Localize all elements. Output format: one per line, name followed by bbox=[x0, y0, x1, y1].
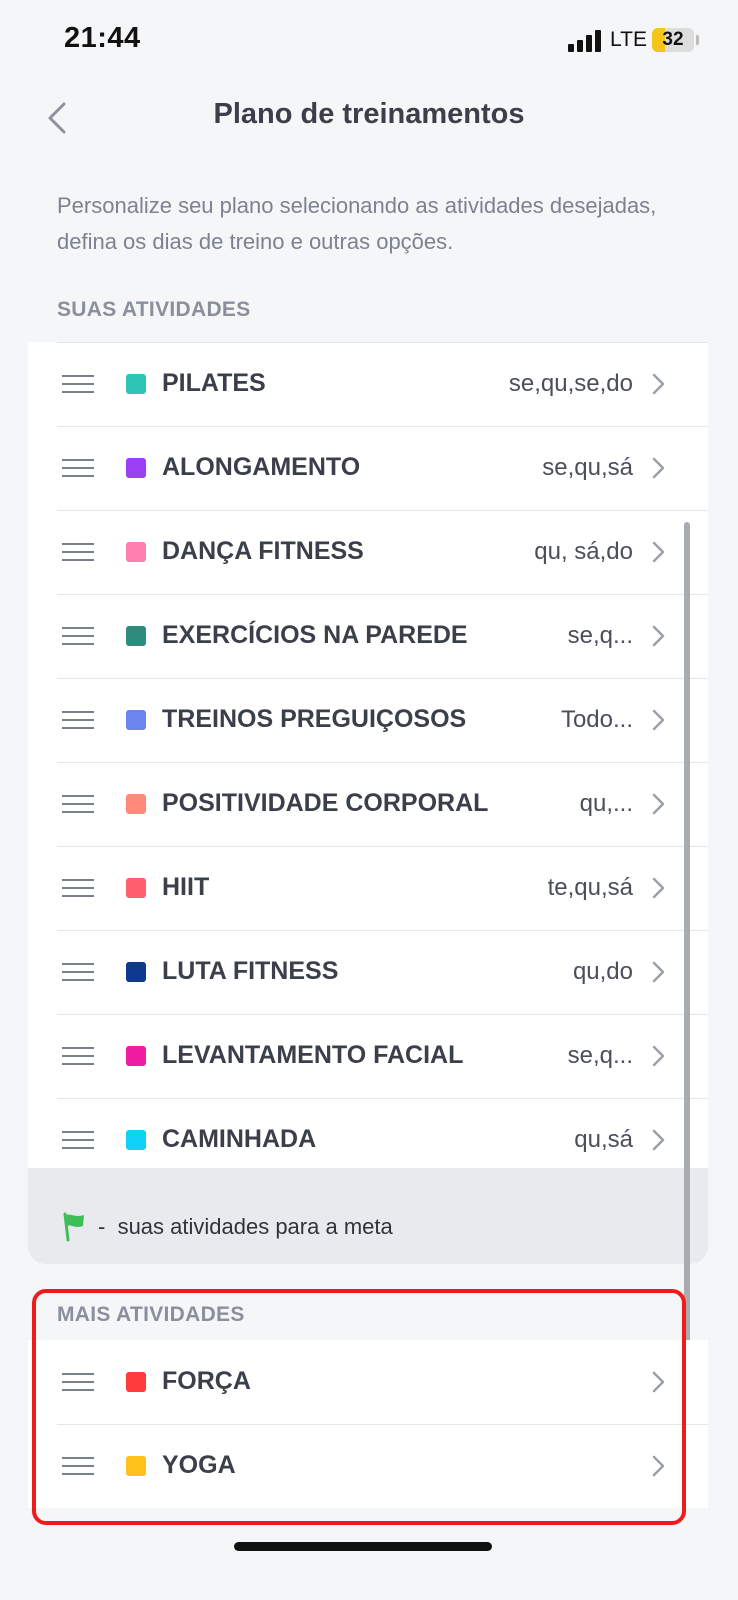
flag-icon bbox=[63, 1212, 84, 1242]
activity-color-swatch bbox=[126, 962, 146, 982]
activity-name: TREINOS PREGUIÇOSOS bbox=[162, 705, 467, 733]
activity-row[interactable]: DANÇA FITNESS qu, sá,do bbox=[28, 510, 708, 594]
status-bar: 21:44 LTE 32 bbox=[0, 0, 738, 80]
battery-tip bbox=[696, 35, 699, 45]
activity-days: qu,do bbox=[572, 958, 633, 985]
signal-strength-icon bbox=[568, 30, 602, 52]
activity-name: LUTA FITNESS bbox=[162, 957, 339, 985]
activity-name: EXERCÍCIOS NA PAREDE bbox=[162, 621, 468, 649]
row-divider bbox=[57, 930, 708, 931]
activity-row[interactable]: HIIT te,qu,sá bbox=[28, 846, 708, 930]
activity-color-swatch bbox=[126, 1372, 146, 1392]
activity-days: se,q... bbox=[567, 622, 633, 649]
chevron-right-icon bbox=[652, 1371, 665, 1393]
chevron-right-icon bbox=[652, 1129, 665, 1151]
activity-days: se,qu,sá bbox=[542, 454, 633, 481]
drag-handle-icon[interactable] bbox=[62, 1373, 94, 1391]
activity-row[interactable]: LEVANTAMENTO FACIAL se,q... bbox=[28, 1014, 708, 1098]
chevron-right-icon bbox=[652, 793, 665, 815]
activity-row[interactable]: LUTA FITNESS qu,do bbox=[28, 930, 708, 1014]
drag-handle-icon[interactable] bbox=[62, 1047, 94, 1065]
activity-days: te,qu,sá bbox=[547, 874, 633, 901]
row-divider bbox=[57, 762, 708, 763]
activity-color-swatch bbox=[126, 458, 146, 478]
drag-handle-icon[interactable] bbox=[62, 963, 94, 981]
activity-name: YOGA bbox=[162, 1451, 236, 1479]
drag-handle-icon[interactable] bbox=[62, 627, 94, 645]
activity-color-swatch bbox=[126, 542, 146, 562]
drag-handle-icon[interactable] bbox=[62, 375, 94, 393]
row-divider bbox=[57, 594, 708, 595]
activity-name: POSITIVIDADE CORPORAL bbox=[162, 789, 489, 817]
activity-days: se,q... bbox=[567, 1042, 633, 1069]
page-description: Personalize seu plano selecionando as at… bbox=[57, 193, 657, 254]
activity-name: ALONGAMENTO bbox=[162, 453, 361, 481]
activity-row[interactable]: ALONGAMENTO se,qu,sá bbox=[28, 426, 708, 510]
activity-name: PILATES bbox=[162, 369, 266, 397]
activity-name: FORÇA bbox=[162, 1367, 251, 1395]
drag-handle-icon[interactable] bbox=[62, 1131, 94, 1149]
chevron-right-icon bbox=[652, 961, 665, 983]
drag-handle-icon[interactable] bbox=[62, 459, 94, 477]
row-divider bbox=[57, 510, 708, 511]
activity-name: HIIT bbox=[162, 873, 210, 901]
status-time: 21:44 bbox=[64, 22, 141, 54]
drag-handle-icon[interactable] bbox=[62, 711, 94, 729]
activity-row[interactable]: TREINOS PREGUIÇOSOS Todo... bbox=[28, 678, 708, 762]
activity-color-swatch bbox=[126, 1130, 146, 1150]
row-divider bbox=[57, 342, 708, 343]
activity-row[interactable]: PILATES se,qu,se,do bbox=[28, 342, 708, 426]
activity-days: se,qu,se,do bbox=[508, 370, 633, 397]
drag-handle-icon[interactable] bbox=[62, 1457, 94, 1475]
chevron-right-icon bbox=[652, 1455, 665, 1477]
chevron-right-icon bbox=[652, 457, 665, 479]
activity-name: CAMINHADA bbox=[162, 1125, 317, 1153]
activities-list: PILATES se,qu,se,do ALONGAMENTO se,qu,sá DAN… bbox=[28, 342, 708, 1204]
drag-handle-icon[interactable] bbox=[62, 879, 94, 897]
page-title: Plano de treinamentos bbox=[213, 98, 525, 130]
chevron-right-icon bbox=[652, 625, 665, 647]
activity-days: qu,sá bbox=[574, 1126, 633, 1153]
activity-row[interactable]: FORÇA bbox=[28, 1340, 708, 1424]
section-label-more: MAIS ATIVIDADES bbox=[57, 1303, 245, 1326]
chevron-right-icon bbox=[652, 373, 665, 395]
row-divider bbox=[57, 846, 708, 847]
battery-icon: 32 bbox=[652, 28, 694, 52]
activity-color-swatch bbox=[126, 626, 146, 646]
network-type: LTE bbox=[610, 28, 647, 51]
section-label-activities: SUAS ATIVIDADES bbox=[57, 298, 251, 321]
activity-name: DANÇA FITNESS bbox=[162, 537, 364, 565]
row-divider bbox=[57, 1098, 708, 1099]
goal-note-text: - suas atividades para a meta bbox=[98, 1214, 393, 1239]
drag-handle-icon[interactable] bbox=[62, 543, 94, 561]
activity-color-swatch bbox=[126, 878, 146, 898]
battery-percentage: 32 bbox=[662, 29, 684, 50]
row-divider bbox=[57, 1424, 708, 1425]
activity-color-swatch bbox=[126, 710, 146, 730]
activity-name: LEVANTAMENTO FACIAL bbox=[162, 1041, 464, 1069]
activity-row[interactable]: EXERCÍCIOS NA PAREDE se,q... bbox=[28, 594, 708, 678]
activity-color-swatch bbox=[126, 1046, 146, 1066]
activity-days: Todo... bbox=[560, 706, 633, 733]
goal-note: - suas atividades para a meta bbox=[28, 1168, 708, 1264]
chevron-right-icon bbox=[652, 541, 665, 563]
chevron-right-icon bbox=[652, 1045, 665, 1067]
more-activities-list: FORÇA YOGA bbox=[28, 1340, 708, 1508]
activity-color-swatch bbox=[126, 794, 146, 814]
row-divider bbox=[57, 426, 708, 427]
activity-days: qu,... bbox=[579, 790, 633, 817]
chevron-right-icon bbox=[652, 877, 665, 899]
activity-color-swatch bbox=[126, 374, 146, 394]
drag-handle-icon[interactable] bbox=[62, 795, 94, 813]
activity-row[interactable]: POSITIVIDADE CORPORAL qu,... bbox=[28, 762, 708, 846]
activity-color-swatch bbox=[126, 1456, 146, 1476]
home-indicator[interactable] bbox=[234, 1542, 492, 1551]
activity-row[interactable]: YOGA bbox=[28, 1424, 708, 1508]
row-divider bbox=[57, 678, 708, 679]
activity-days: qu, sá,do bbox=[534, 538, 633, 565]
chevron-right-icon bbox=[652, 709, 665, 731]
row-divider bbox=[57, 1014, 708, 1015]
